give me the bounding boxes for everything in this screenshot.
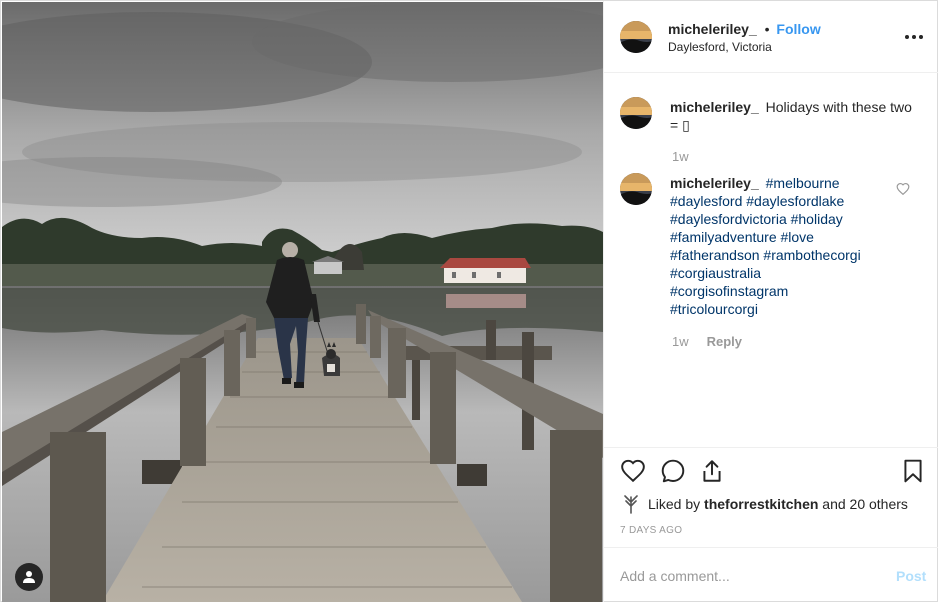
follow-button[interactable]: Follow [776, 21, 820, 37]
header-user-line: micheleriley_ • Follow [668, 21, 821, 37]
comment-input[interactable] [620, 564, 870, 588]
bookmark-icon[interactable] [900, 458, 926, 484]
comment-avatar[interactable] [620, 173, 652, 205]
liked-by-prefix: Liked by [648, 496, 701, 512]
hashtag-link[interactable]: #familyadventure #love [670, 228, 890, 246]
hashtag-link[interactable]: #fatherandson #rambothecorgi [670, 246, 890, 264]
comment-meta: 1w Reply [672, 334, 742, 349]
location-link[interactable]: Daylesford, Victoria [668, 40, 772, 54]
avatar[interactable] [620, 21, 652, 53]
comments-section: micheleriley_ Holidays with these two = … [604, 74, 938, 446]
dot-icon [912, 35, 916, 39]
more-options-icon[interactable] [902, 27, 926, 47]
post-actions: Liked by theforrestkitchen and 20 others… [604, 447, 938, 547]
caption-text: micheleriley_ Holidays with these two = … [670, 98, 928, 134]
comment-age[interactable]: 1w [672, 334, 689, 349]
comment-text: micheleriley_ #melbourne #daylesford #da… [670, 174, 890, 318]
post-timestamp[interactable]: 7 DAYS AGO [620, 525, 682, 536]
hashtag-link[interactable]: #corgiaustralia [670, 264, 890, 282]
share-icon[interactable] [699, 458, 725, 484]
comment-username[interactable]: micheleriley_ [670, 175, 759, 191]
caption-avatar[interactable] [620, 97, 652, 129]
hashtag-link[interactable]: #melbourne [766, 175, 840, 191]
instagram-post: micheleriley_ • Follow Daylesford, Victo… [0, 0, 938, 602]
post-side-panel: micheleriley_ • Follow Daylesford, Victo… [603, 1, 938, 602]
tagged-user-icon[interactable] [15, 563, 43, 591]
comment-like-heart-icon[interactable] [896, 182, 910, 195]
comment-first-line: micheleriley_ #melbourne [670, 174, 890, 192]
caption-body: Holidays with these two [765, 99, 912, 115]
header-username[interactable]: micheleriley_ [668, 21, 757, 37]
heart-icon[interactable] [620, 458, 646, 484]
hashtag-link[interactable]: #daylesfordvictoria #holiday [670, 210, 890, 228]
follow-separator: • [764, 21, 770, 37]
dot-icon [919, 35, 923, 39]
hashtag-link[interactable]: #daylesford #daylesfordlake [670, 192, 890, 210]
jetty-lake-photo [2, 2, 603, 602]
avatar-image [620, 173, 652, 205]
liked-by-user[interactable]: theforrestkitchen [704, 496, 818, 512]
liked-by-others[interactable]: and 20 others [822, 496, 908, 512]
comment-composer: Post [604, 547, 938, 602]
hashtag-link[interactable]: #tricolourcorgi [670, 300, 890, 318]
likes-summary: Liked by theforrestkitchen and 20 others [648, 496, 908, 512]
person-icon [23, 571, 35, 583]
avatar-image [620, 97, 652, 129]
hashtag-link[interactable]: #corgisofinstagram [670, 282, 890, 300]
post-photo[interactable] [2, 2, 603, 602]
avatar-image [620, 21, 652, 53]
reply-button[interactable]: Reply [707, 334, 742, 349]
liker-avatar-icon[interactable] [622, 494, 640, 514]
post-header: micheleriley_ • Follow Daylesford, Victo… [604, 1, 938, 73]
caption-age[interactable]: 1w [672, 149, 689, 164]
caption-username[interactable]: micheleriley_ [670, 99, 759, 115]
caption-body-line2: = ▯ [670, 117, 690, 133]
dot-icon [905, 35, 909, 39]
post-comment-button[interactable]: Post [896, 568, 926, 584]
comment-icon[interactable] [660, 458, 686, 484]
